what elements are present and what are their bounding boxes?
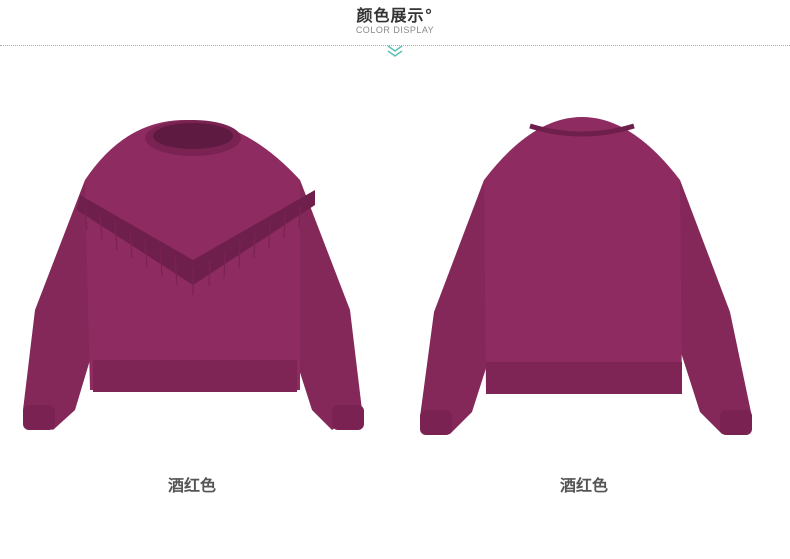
section-header: 颜色展示° COLOR DISPLAY bbox=[0, 0, 790, 60]
product-caption-back: 酒红色 bbox=[559, 476, 608, 495]
sweater-front-image bbox=[23, 120, 364, 430]
product-caption-front: 酒红色 bbox=[167, 476, 216, 495]
section-title: 颜色展示° bbox=[356, 6, 434, 25]
double-chevron-down-icon bbox=[387, 45, 403, 57]
sweater-back-image bbox=[420, 117, 752, 435]
section-subtitle: COLOR DISPLAY bbox=[355, 25, 435, 35]
